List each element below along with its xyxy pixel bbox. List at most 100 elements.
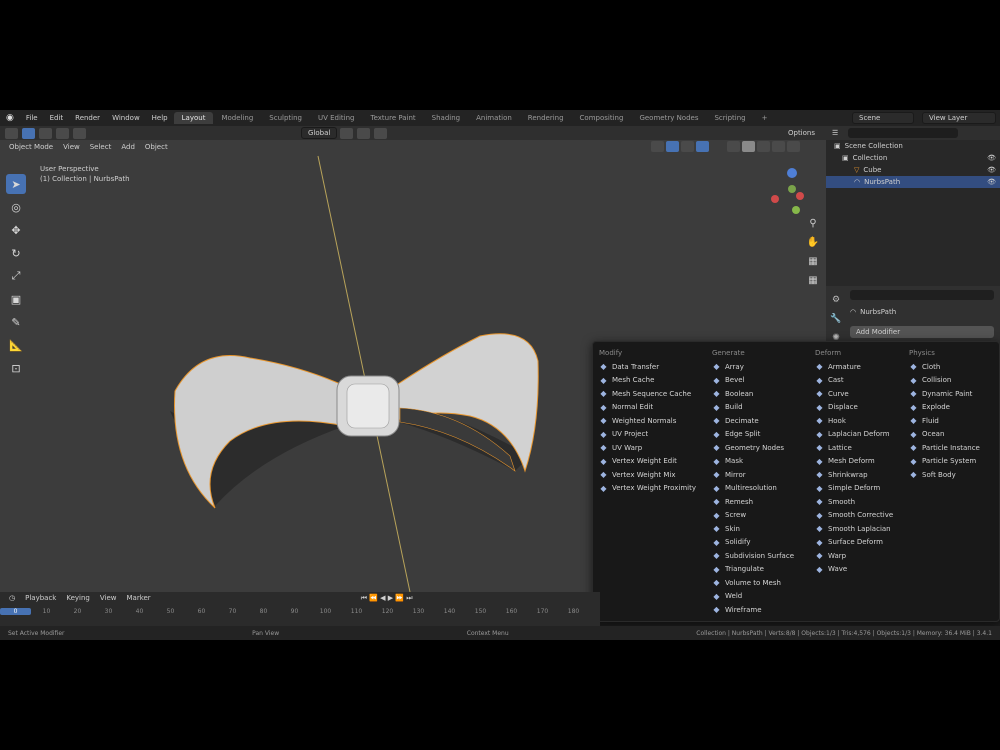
- modifier-item-cloth[interactable]: ◆ Cloth: [905, 360, 980, 374]
- scale-tool-icon[interactable]: ⤢: [6, 266, 26, 286]
- pivot-icon[interactable]: [340, 127, 354, 139]
- modifier-item-weighted-normals[interactable]: ◆ Weighted Normals: [595, 414, 696, 428]
- modifier-item-smooth[interactable]: ◆ Smooth: [811, 495, 893, 509]
- tab-sculpting[interactable]: Sculpting: [261, 112, 310, 124]
- modifier-item-triangulate[interactable]: ◆ Triangulate: [708, 563, 794, 577]
- modifier-item-curve[interactable]: ◆ Curve: [811, 387, 893, 401]
- menu-help[interactable]: Help: [146, 114, 174, 122]
- proportional-edit-icon[interactable]: [374, 127, 388, 139]
- tab-uv-editing[interactable]: UV Editing: [310, 112, 363, 124]
- modifier-item-armature[interactable]: ◆ Armature: [811, 360, 893, 374]
- frame-tick[interactable]: 40: [124, 608, 155, 615]
- modifier-item-uv-project[interactable]: ◆ UV Project: [595, 428, 696, 442]
- modifier-item-edge-split[interactable]: ◆ Edge Split: [708, 428, 794, 442]
- modifier-item-laplacian-deform[interactable]: ◆ Laplacian Deform: [811, 428, 893, 442]
- modifier-item-particle-system[interactable]: ◆ Particle System: [905, 455, 980, 469]
- frame-tick[interactable]: 120: [372, 608, 403, 615]
- modifier-item-particle-instance[interactable]: ◆ Particle Instance: [905, 441, 979, 455]
- modifier-item-build[interactable]: ◆ Build: [708, 401, 794, 415]
- frame-tick[interactable]: 30: [93, 608, 124, 615]
- modifier-item-soft-body[interactable]: ◆ Soft Body: [905, 468, 980, 482]
- outliner-row-nurbspath[interactable]: ◠ NurbsPath 👁: [826, 176, 1000, 188]
- pan-hand-icon[interactable]: ✋: [806, 237, 820, 251]
- modifier-item-bevel[interactable]: ◆ Bevel: [708, 374, 794, 388]
- editor-type-icon[interactable]: [5, 127, 18, 139]
- modifier-item-uv-warp[interactable]: ◆ UV Warp: [595, 441, 696, 455]
- modifier-item-mesh-sequence-cache[interactable]: ◆ Mesh Sequence Cache: [595, 387, 696, 401]
- modifier-item-ocean[interactable]: ◆ Ocean: [905, 428, 980, 442]
- modifier-item-smooth-corrective[interactable]: ◆ Smooth Corrective: [811, 509, 893, 523]
- tab-shading[interactable]: Shading: [424, 112, 468, 124]
- modifier-item-surface-deform[interactable]: ◆ Surface Deform: [811, 536, 893, 550]
- modifier-item-mirror[interactable]: ◆ Mirror: [708, 468, 794, 482]
- shading-material-icon[interactable]: [757, 141, 770, 152]
- modifier-item-volume-to-mesh[interactable]: ◆ Volume to Mesh: [708, 576, 794, 590]
- annotate-tool-icon[interactable]: ✎: [6, 312, 26, 332]
- frame-tick[interactable]: 60: [186, 608, 217, 615]
- select-mode-icon[interactable]: [39, 127, 52, 139]
- eye-icon[interactable]: 👁: [987, 166, 996, 174]
- modifier-item-mask[interactable]: ◆ Mask: [708, 455, 794, 469]
- tab-geometry-nodes[interactable]: Geometry Nodes: [631, 112, 706, 124]
- measure-tool-icon[interactable]: 📐: [6, 335, 26, 355]
- modifier-item-remesh[interactable]: ◆ Remesh: [708, 495, 794, 509]
- snap-icon[interactable]: [357, 127, 371, 139]
- menu-window[interactable]: Window: [106, 114, 146, 122]
- frame-tick[interactable]: 110: [341, 608, 372, 615]
- frame-tick[interactable]: 80: [248, 608, 279, 615]
- frame-tick[interactable]: 180: [558, 608, 589, 615]
- modifier-item-hook[interactable]: ◆ Hook: [811, 414, 893, 428]
- modifier-item-wireframe[interactable]: ◆ Wireframe: [708, 603, 794, 617]
- eye-icon[interactable]: 👁: [987, 154, 996, 162]
- modifier-item-data-transfer[interactable]: ◆ Data Transfer: [595, 360, 696, 374]
- outliner-filter-icon[interactable]: ☰: [832, 129, 838, 137]
- frame-tick[interactable]: 130: [403, 608, 434, 615]
- modifier-item-lattice[interactable]: ◆ Lattice: [811, 441, 893, 455]
- frame-tick[interactable]: 0: [0, 607, 31, 615]
- menu-keying[interactable]: Keying: [61, 594, 95, 602]
- menu-render[interactable]: Render: [69, 114, 106, 122]
- modifier-item-vertex-weight-mix[interactable]: ◆ Vertex Weight Mix: [595, 468, 696, 482]
- menu-view-timeline[interactable]: View: [95, 594, 122, 602]
- tool-tab-icon[interactable]: ⚙: [828, 295, 844, 311]
- timeline-ruler[interactable]: 0 10 20 30 40 50 60 70 80 90 100 110 120 130 140 150 160…: [0, 605, 600, 617]
- frame-tick[interactable]: 20: [62, 608, 93, 615]
- menu-file[interactable]: File: [20, 114, 44, 122]
- grid-icon[interactable]: ▦: [806, 275, 820, 289]
- shading-solid-icon[interactable]: [742, 141, 755, 152]
- shading-wire-icon[interactable]: [727, 141, 740, 152]
- select-tool-icon[interactable]: ➤: [6, 174, 26, 194]
- modifier-item-cast[interactable]: ◆ Cast: [811, 374, 893, 388]
- tab-texture-paint[interactable]: Texture Paint: [363, 112, 424, 124]
- modifier-item-multiresolution[interactable]: ◆ Multiresolution: [708, 482, 794, 496]
- modifier-item-vertex-weight-proximity[interactable]: ◆ Vertex Weight Proximity: [595, 482, 696, 496]
- tab-rendering[interactable]: Rendering: [520, 112, 572, 124]
- tab-animation[interactable]: Animation: [468, 112, 520, 124]
- zoom-icon[interactable]: ⚲: [806, 218, 820, 232]
- modifier-item-array[interactable]: ◆ Array: [708, 360, 794, 374]
- rotate-tool-icon[interactable]: ↻: [6, 243, 26, 263]
- overlay-icon[interactable]: [681, 141, 694, 152]
- playback-controls[interactable]: ⏮ ⏪ ◀ ▶ ⏩ ⏭: [356, 594, 418, 603]
- modifier-item-mesh-cache[interactable]: ◆ Mesh Cache: [595, 374, 696, 388]
- properties-search-input[interactable]: [850, 290, 994, 300]
- frame-tick[interactable]: 10: [31, 608, 62, 615]
- frame-tick[interactable]: 90: [279, 608, 310, 615]
- modifier-item-dynamic-paint[interactable]: ◆ Dynamic Paint: [905, 387, 980, 401]
- modifier-item-geometry-nodes[interactable]: ◆ Geometry Nodes: [708, 441, 794, 455]
- modifier-item-boolean[interactable]: ◆ Boolean: [708, 387, 794, 401]
- modifier-item-normal-edit[interactable]: ◆ Normal Edit: [595, 401, 696, 415]
- outliner-row-scene-collection[interactable]: ▣ Scene Collection: [826, 140, 1000, 152]
- transform-tool-icon[interactable]: ▣: [6, 289, 26, 309]
- modifier-item-skin[interactable]: ◆ Skin: [708, 522, 794, 536]
- add-cube-tool-icon[interactable]: ⊡: [6, 358, 26, 378]
- modifier-item-smooth-laplacian[interactable]: ◆ Smooth Laplacian: [811, 522, 893, 536]
- gizmo-icon[interactable]: [666, 141, 679, 152]
- modifier-item-wave[interactable]: ◆ Wave: [811, 563, 893, 577]
- add-modifier-button[interactable]: Add Modifier: [850, 326, 994, 338]
- menu-view[interactable]: View: [58, 143, 85, 151]
- outliner-row-collection[interactable]: ▣ Collection 👁: [826, 152, 1000, 164]
- modifier-item-screw[interactable]: ◆ Screw: [708, 509, 794, 523]
- menu-add[interactable]: Add: [116, 143, 140, 151]
- outliner-search-input[interactable]: [848, 128, 959, 138]
